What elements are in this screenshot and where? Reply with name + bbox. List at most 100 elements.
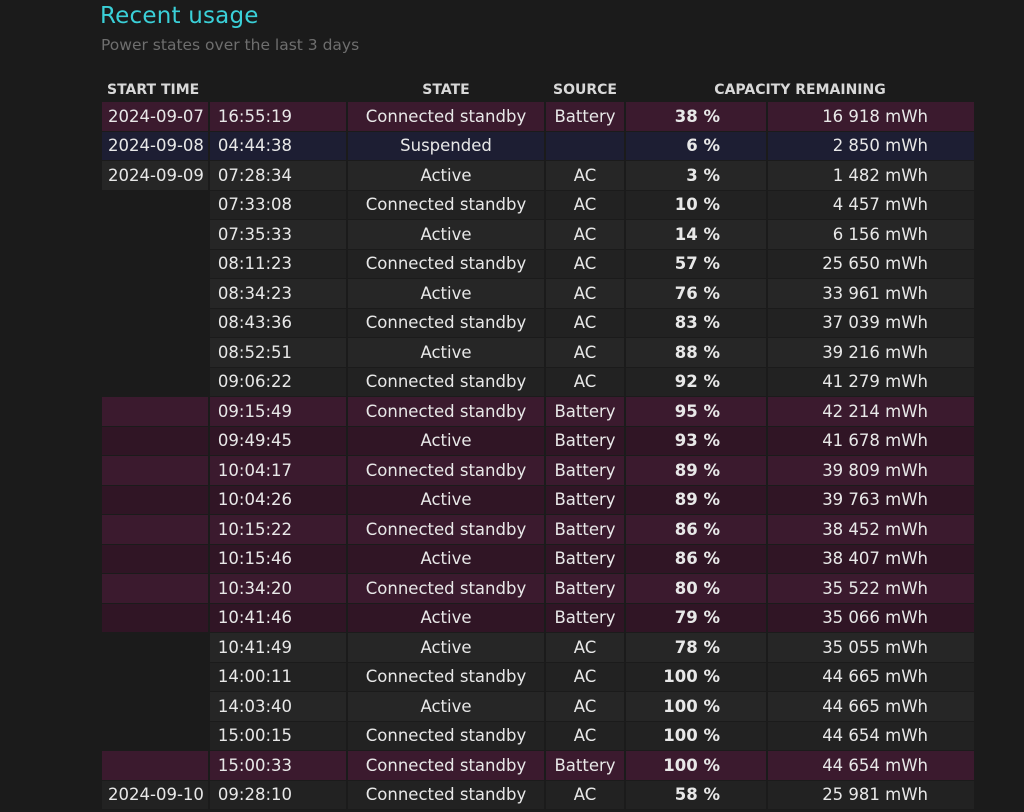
start-date-cell: 2024-09-07	[102, 102, 208, 131]
table-row: 09:06:22 Connected standby AC 92 % 41 279 mW…	[102, 367, 975, 396]
start-time-cell: 14:00:11	[210, 662, 346, 691]
table-row: 08:34:23 Active AC 76 % 33 961 mWh	[102, 279, 975, 308]
capacity-mwh-cell: 6 156 mWh	[768, 220, 975, 249]
source-cell: Battery	[546, 751, 624, 780]
start-date-cell	[102, 485, 208, 514]
capacity-percent-cell: 83 %	[626, 308, 766, 337]
capacity-mwh-cell: 41 678 mWh	[768, 426, 975, 455]
page-title: Recent usage	[100, 3, 259, 29]
state-cell: Connected standby	[348, 721, 544, 750]
table-body: 2024-09-07 16:55:19 Connected standby Batte…	[102, 102, 975, 809]
table-row: 10:15:22 Connected standby Battery 86 % 38 4…	[102, 515, 975, 544]
start-time-cell: 10:15:22	[210, 515, 346, 544]
capacity-percent-cell: 57 %	[626, 249, 766, 278]
start-date-cell	[102, 662, 208, 691]
state-cell: Connected standby	[348, 574, 544, 603]
source-cell: AC	[546, 692, 624, 721]
start-time-cell: 10:04:17	[210, 456, 346, 485]
start-date-cell	[102, 692, 208, 721]
state-cell: Active	[348, 220, 544, 249]
start-date-cell	[102, 574, 208, 603]
source-cell: AC	[546, 367, 624, 396]
capacity-mwh-cell: 35 522 mWh	[768, 574, 975, 603]
state-cell: Connected standby	[348, 456, 544, 485]
recent-usage-table: START TIME STATE SOURCE CAPACITY REMAINI…	[100, 77, 976, 810]
capacity-percent-cell: 93 %	[626, 426, 766, 455]
source-cell: AC	[546, 279, 624, 308]
capacity-percent-cell: 100 %	[626, 721, 766, 750]
start-time-cell: 09:49:45	[210, 426, 346, 455]
capacity-mwh-cell: 44 654 mWh	[768, 721, 975, 750]
capacity-mwh-cell: 35 066 mWh	[768, 603, 975, 632]
start-time-cell: 08:43:36	[210, 308, 346, 337]
capacity-percent-cell: 6 %	[626, 131, 766, 160]
start-time-cell: 14:03:40	[210, 692, 346, 721]
state-cell: Active	[348, 485, 544, 514]
table-row: 14:00:11 Connected standby AC 100 % 44 665 m…	[102, 662, 975, 691]
capacity-mwh-cell: 2 850 mWh	[768, 131, 975, 160]
start-time-cell: 08:52:51	[210, 338, 346, 367]
start-date-cell	[102, 308, 208, 337]
start-date-cell	[102, 751, 208, 780]
table-row: 08:52:51 Active AC 88 % 39 216 mWh	[102, 338, 975, 367]
capacity-mwh-cell: 38 452 mWh	[768, 515, 975, 544]
start-date-cell	[102, 397, 208, 426]
table-row: 09:15:49 Connected standby Battery 95 % 42 2…	[102, 397, 975, 426]
capacity-mwh-cell: 25 981 mWh	[768, 780, 975, 809]
capacity-percent-cell: 3 %	[626, 161, 766, 190]
table-row: 09:49:45 Active Battery 93 % 41 678 mWh	[102, 426, 975, 455]
start-time-cell: 09:06:22	[210, 367, 346, 396]
table-row: 10:04:26 Active Battery 89 % 39 763 mWh	[102, 485, 975, 514]
table-row: 10:41:49 Active AC 78 % 35 055 mWh	[102, 633, 975, 662]
column-header-capacity-remaining: CAPACITY REMAINING	[714, 81, 886, 98]
source-cell: AC	[546, 780, 624, 809]
state-cell: Connected standby	[348, 780, 544, 809]
start-time-cell: 07:33:08	[210, 190, 346, 219]
table-row: 10:41:46 Active Battery 79 % 35 066 mWh	[102, 603, 975, 632]
start-time-cell: 09:28:10	[210, 780, 346, 809]
source-cell: AC	[546, 249, 624, 278]
start-time-cell: 04:44:38	[210, 131, 346, 160]
start-date-cell: 2024-09-09	[102, 161, 208, 190]
source-cell: AC	[546, 308, 624, 337]
capacity-mwh-cell: 4 457 mWh	[768, 190, 975, 219]
capacity-percent-cell: 58 %	[626, 780, 766, 809]
start-time-cell: 15:00:33	[210, 751, 346, 780]
state-cell: Connected standby	[348, 249, 544, 278]
source-cell: AC	[546, 662, 624, 691]
state-cell: Connected standby	[348, 308, 544, 337]
capacity-percent-cell: 79 %	[626, 603, 766, 632]
capacity-percent-cell: 88 %	[626, 338, 766, 367]
capacity-percent-cell: 78 %	[626, 633, 766, 662]
start-date-cell	[102, 367, 208, 396]
state-cell: Connected standby	[348, 515, 544, 544]
table-row: 15:00:33 Connected standby Battery 100 % 44 …	[102, 751, 975, 780]
capacity-mwh-cell: 16 918 mWh	[768, 102, 975, 131]
start-date-cell	[102, 249, 208, 278]
capacity-percent-cell: 100 %	[626, 751, 766, 780]
table-row: 2024-09-07 16:55:19 Connected standby Batte…	[102, 102, 975, 131]
state-cell: Active	[348, 426, 544, 455]
start-date-cell	[102, 633, 208, 662]
table-row: 08:43:36 Connected standby AC 83 % 37 039 mW…	[102, 308, 975, 337]
source-cell	[546, 131, 624, 160]
start-time-cell: 10:41:46	[210, 603, 346, 632]
capacity-mwh-cell: 25 650 mWh	[768, 249, 975, 278]
source-cell: Battery	[546, 102, 624, 131]
capacity-mwh-cell: 44 654 mWh	[768, 751, 975, 780]
start-date-cell	[102, 515, 208, 544]
capacity-percent-cell: 86 %	[626, 544, 766, 573]
start-date-cell	[102, 190, 208, 219]
table-row: 07:35:33 Active AC 14 % 6 156 mWh	[102, 220, 975, 249]
start-time-cell: 10:04:26	[210, 485, 346, 514]
capacity-mwh-cell: 44 665 mWh	[768, 662, 975, 691]
capacity-mwh-cell: 39 809 mWh	[768, 456, 975, 485]
capacity-percent-cell: 95 %	[626, 397, 766, 426]
start-time-cell: 15:00:15	[210, 721, 346, 750]
capacity-mwh-cell: 37 039 mWh	[768, 308, 975, 337]
capacity-percent-cell: 86 %	[626, 515, 766, 544]
start-date-cell	[102, 456, 208, 485]
state-cell: Connected standby	[348, 367, 544, 396]
start-date-cell	[102, 279, 208, 308]
capacity-percent-cell: 89 %	[626, 485, 766, 514]
